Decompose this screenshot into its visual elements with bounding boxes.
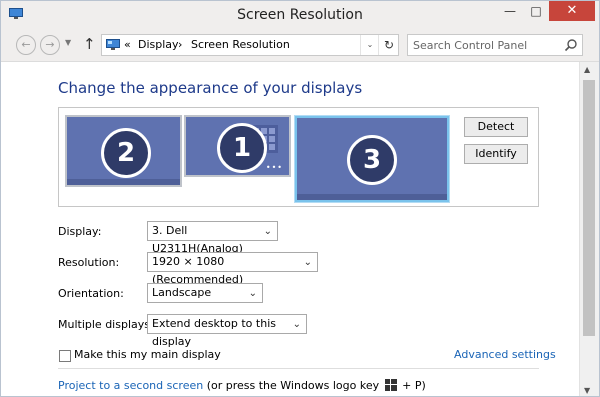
monitor-2[interactable]: 2	[65, 115, 182, 187]
taskbar-dots: •••	[265, 163, 283, 172]
refresh-button[interactable]: ↻	[378, 35, 399, 55]
display-select-value: 3. Dell U2311H(Analog)	[152, 224, 243, 255]
orientation-select-value: Landscape	[152, 286, 212, 299]
multiple-displays-label: Multiple displays:	[58, 318, 154, 331]
monitor-number: 2	[101, 128, 151, 178]
project-hint-suffix: + P)	[402, 379, 426, 392]
monitor-3[interactable]: 3	[294, 115, 450, 203]
project-line: Project to a second screen (or press the…	[58, 379, 426, 392]
breadcrumb-screen-resolution[interactable]: Screen Resolution	[191, 38, 290, 51]
breadcrumb-separator[interactable]: ›	[178, 38, 182, 51]
chevron-down-icon: ⌄	[292, 319, 301, 330]
back-button[interactable]: ←	[16, 35, 36, 55]
screen-resolution-window: Screen Resolution — □ ✕ ← → ▼ ↑ « Displa…	[0, 0, 600, 397]
breadcrumb-overflow[interactable]: «	[124, 38, 131, 51]
chevron-down-icon: ⌄	[263, 226, 272, 237]
minimize-button[interactable]: —	[497, 1, 523, 21]
orientation-select[interactable]: Landscape ⌄	[147, 283, 263, 303]
detect-button[interactable]: Detect	[464, 117, 528, 137]
resolution-label: Resolution:	[58, 256, 120, 269]
search-input[interactable]	[413, 38, 561, 52]
chevron-down-icon: ⌄	[248, 288, 257, 299]
close-button[interactable]: ✕	[549, 1, 595, 21]
multiple-displays-select[interactable]: Extend desktop to this display ⌄	[147, 314, 307, 348]
scroll-down-arrow-icon[interactable]: ▼	[584, 386, 590, 395]
scroll-up-arrow-icon[interactable]: ▲	[584, 65, 590, 74]
address-bar[interactable]: « Display › Screen Resolution ⌄ ↻	[101, 34, 399, 56]
main-display-label[interactable]: Make this my main display	[74, 348, 221, 361]
project-hint-prefix: (or press the Windows logo key	[206, 379, 380, 392]
orientation-label: Orientation:	[58, 287, 124, 300]
resolution-select-value: 1920 × 1080 (Recommended)	[152, 255, 244, 286]
monitor-number: 3	[347, 135, 397, 185]
forward-button[interactable]: →	[40, 35, 60, 55]
up-button[interactable]: ↑	[83, 35, 96, 53]
monitor-number: 1	[217, 123, 267, 173]
control-panel-icon	[106, 39, 120, 50]
search-icon[interactable]	[564, 38, 578, 52]
vertical-scrollbar[interactable]: ▲ ▼	[579, 62, 599, 396]
content-area: Change the appearance of your displays 2…	[1, 62, 579, 396]
search-box[interactable]	[407, 34, 583, 56]
maximize-button[interactable]: □	[523, 1, 549, 21]
title-bar: Screen Resolution — □ ✕	[1, 1, 599, 29]
advanced-settings-link[interactable]: Advanced settings	[454, 348, 556, 361]
monitor-1[interactable]: 1 •••	[184, 115, 291, 177]
divider	[58, 368, 539, 369]
scroll-thumb[interactable]	[583, 80, 595, 336]
page-heading: Change the appearance of your displays	[58, 79, 363, 97]
project-second-screen-link[interactable]: Project to a second screen	[58, 379, 203, 392]
main-display-checkbox[interactable]	[59, 350, 71, 362]
breadcrumb-display[interactable]: Display	[138, 38, 179, 51]
navigation-bar: ← → ▼ ↑ « Display › Screen Resolution ⌄ …	[1, 29, 599, 62]
identify-button[interactable]: Identify	[464, 144, 528, 164]
multiple-displays-select-value: Extend desktop to this display	[152, 317, 276, 348]
address-dropdown-button[interactable]: ⌄	[360, 35, 379, 55]
windows-logo-icon	[384, 379, 397, 391]
monitor-taskbar	[297, 194, 447, 200]
display-label: Display:	[58, 225, 102, 238]
monitor-taskbar	[67, 179, 180, 185]
display-select[interactable]: 3. Dell U2311H(Analog) ⌄	[147, 221, 278, 255]
resolution-select[interactable]: 1920 × 1080 (Recommended) ⌄	[147, 252, 318, 286]
chevron-down-icon: ⌄	[303, 257, 312, 268]
recent-locations-dropdown[interactable]: ▼	[65, 38, 71, 47]
